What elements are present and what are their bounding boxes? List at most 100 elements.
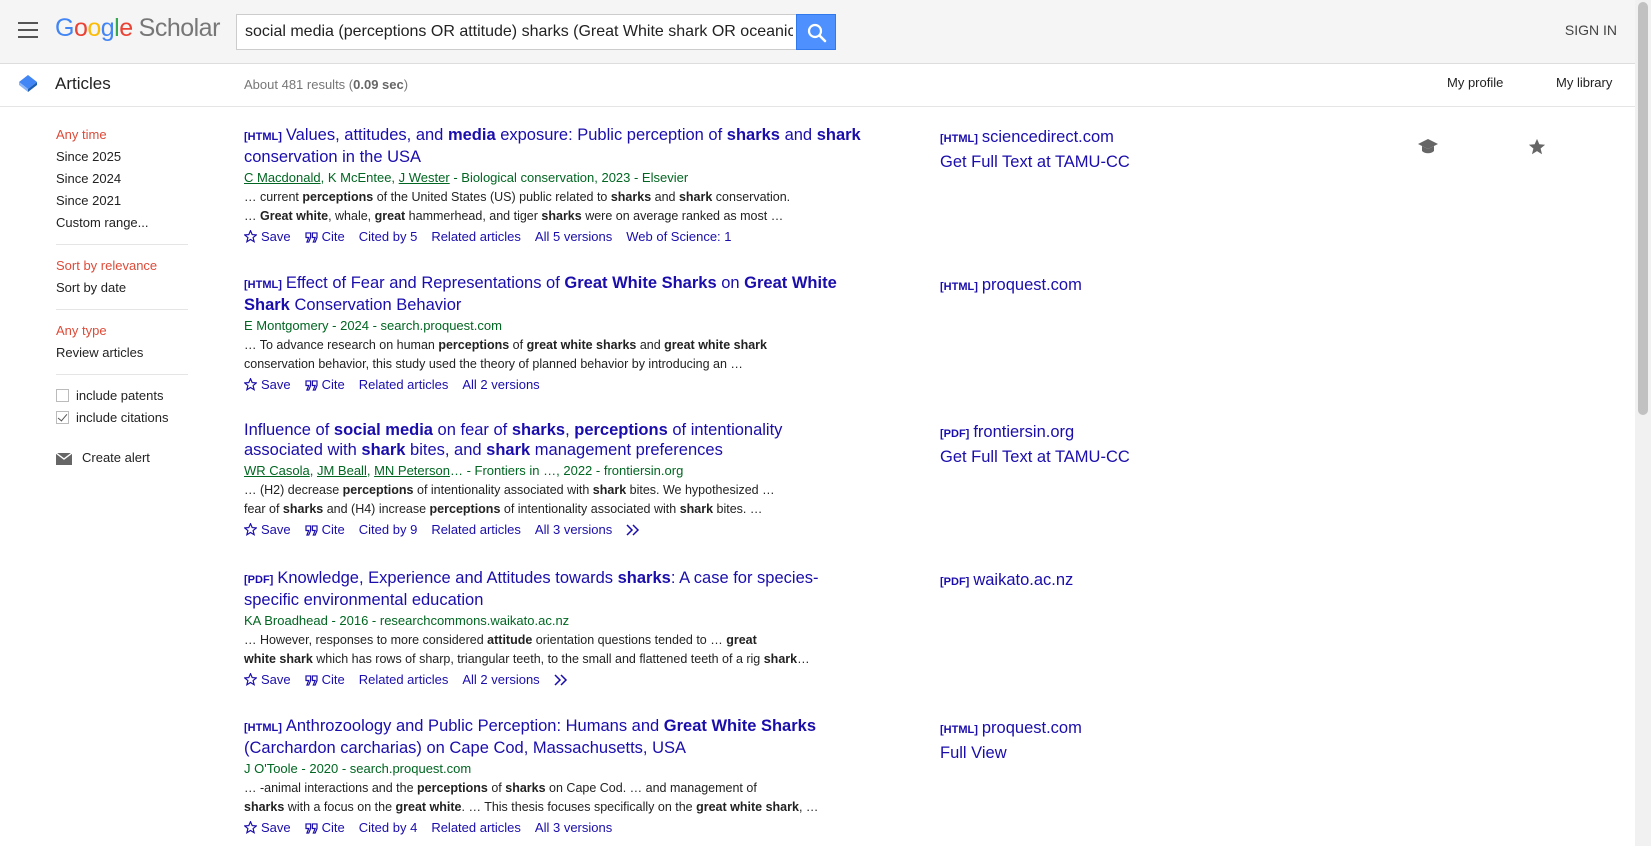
filter-since-2024[interactable]: Since 2024	[56, 168, 188, 190]
quote-icon	[305, 675, 318, 686]
search-input[interactable]	[237, 15, 801, 49]
more-chevron-icon[interactable]	[554, 672, 572, 687]
save-button[interactable]: Save	[243, 672, 291, 687]
all-versions-link[interactable]: All 3 versions	[535, 820, 612, 835]
quote-icon	[305, 823, 318, 834]
scholar-cap-icon	[19, 75, 37, 92]
my-library-link[interactable]: My library	[1556, 75, 1612, 90]
star-outline-icon	[243, 672, 258, 686]
subheader: Articles About 481 results (0.09 sec) My…	[0, 64, 1635, 155]
sort-by-relevance[interactable]: Sort by relevance	[56, 255, 188, 277]
author-link[interactable]: C Macdonald	[244, 170, 321, 185]
cite-button[interactable]: Cite	[305, 377, 345, 392]
fulltext-link[interactable]: [HTML] sciencedirect.com	[940, 126, 1130, 151]
cite-button[interactable]: Cite	[305, 820, 345, 835]
related-articles-link[interactable]: Related articles	[431, 522, 521, 537]
result-actions: Save Cite Cited by 9 Related articles All 3 …	[243, 519, 864, 541]
quote-icon	[305, 525, 318, 536]
result-meta: WR Casola, JM Beall, MN Peterson… - Fron…	[244, 463, 684, 478]
fulltext-link[interactable]: [PDF] frontiersin.org	[940, 421, 1130, 446]
result-title[interactable]: [HTML] Anthrozoology and Public Perceptio…	[244, 717, 864, 758]
filter-any-time[interactable]: Any time	[56, 124, 188, 146]
scrollbar[interactable]	[1635, 0, 1651, 846]
quote-icon	[305, 380, 318, 391]
result-actions: Save Cite Related articles All 2 versions	[243, 669, 864, 691]
result-title[interactable]: [PDF] Knowledge, Experience and Attitudes…	[244, 569, 864, 610]
filter-custom-range[interactable]: Custom range...	[56, 212, 188, 234]
search-result: [HTML] Values, attitudes, and media expos…	[243, 126, 864, 248]
search-result: [HTML] Effect of Fear and Representations…	[243, 274, 864, 396]
full-view-link[interactable]: Full View	[940, 742, 1082, 765]
fulltext-link[interactable]: [HTML] proquest.com	[940, 274, 1082, 299]
author-link[interactable]: J Wester	[399, 170, 450, 185]
cite-button[interactable]: Cite	[305, 522, 345, 537]
result-meta: KA Broadhead - 2016 - researchcommons.wa…	[244, 613, 570, 628]
result-snippet: … However, responses to more considered …	[244, 633, 810, 666]
sidebar: Any time Since 2025 Since 2024 Since 202…	[55, 124, 188, 469]
fulltext-link[interactable]: [HTML] proquest.com	[940, 717, 1082, 742]
result-snippet: … current perceptions of the United Stat…	[244, 190, 791, 223]
related-articles-link[interactable]: Related articles	[359, 377, 449, 392]
result-actions: Save Cite Cited by 4 Related articles All 3 …	[243, 817, 864, 839]
author-link[interactable]: MN Peterson	[374, 463, 450, 478]
cited-by-link[interactable]: Cited by 4	[359, 820, 418, 835]
related-articles-link[interactable]: Related articles	[431, 229, 521, 244]
save-button[interactable]: Save	[243, 522, 291, 537]
search-result: [PDF] Knowledge, Experience and Attitudes…	[243, 569, 864, 691]
graduation-cap-icon	[1418, 139, 1438, 154]
filter-since-2021[interactable]: Since 2021	[56, 190, 188, 212]
menu-icon[interactable]	[18, 22, 38, 38]
author-link[interactable]: WR Casola	[244, 463, 310, 478]
cited-by-link[interactable]: Cited by 9	[359, 522, 418, 537]
result-actions: Save Cite Cited by 5 Related articles All 5 …	[243, 226, 864, 248]
include-patents-checkbox[interactable]: include patents	[56, 385, 188, 407]
cited-by-link[interactable]: Cited by 5	[359, 229, 418, 244]
include-citations-checkbox[interactable]: include citations	[56, 407, 188, 429]
result-title[interactable]: [HTML] Effect of Fear and Representations…	[244, 274, 864, 315]
result-meta: E Montgomery - 2024 - search.proquest.co…	[244, 318, 502, 333]
result-side-links: [PDF] waikato.ac.nz	[940, 569, 1073, 594]
save-button[interactable]: Save	[243, 229, 291, 244]
star-outline-icon	[243, 820, 258, 834]
checkbox-unchecked[interactable]	[56, 389, 69, 402]
create-alert-button[interactable]: Create alert	[55, 447, 188, 469]
search-icon	[807, 23, 827, 43]
cite-button[interactable]: Cite	[305, 672, 345, 687]
search-result: Influence of social media on fear of sha…	[243, 421, 864, 541]
library-link[interactable]: Get Full Text at TAMU-CC	[940, 446, 1130, 469]
type-group: Any type Review articles	[56, 320, 188, 375]
sign-in-button[interactable]: SIGN IN	[1565, 22, 1617, 38]
filter-any-type[interactable]: Any type	[56, 320, 188, 342]
web-of-science-link[interactable]: Web of Science: 1	[626, 229, 731, 244]
fulltext-link[interactable]: [PDF] waikato.ac.nz	[940, 569, 1073, 594]
result-snippet: … To advance research on human perceptio…	[244, 338, 767, 371]
filter-review-articles[interactable]: Review articles	[56, 342, 188, 364]
quote-icon	[305, 232, 318, 243]
all-versions-link[interactable]: All 2 versions	[462, 377, 539, 392]
cite-button[interactable]: Cite	[305, 229, 345, 244]
checkbox-checked[interactable]	[56, 411, 69, 424]
result-side-links: [HTML] proquest.com	[940, 274, 1082, 299]
result-side-links: [PDF] frontiersin.org Get Full Text at TA…	[940, 421, 1130, 469]
filter-since-2025[interactable]: Since 2025	[56, 146, 188, 168]
save-button[interactable]: Save	[243, 820, 291, 835]
all-versions-link[interactable]: All 3 versions	[535, 522, 612, 537]
result-title[interactable]: Influence of social media on fear of sha…	[244, 421, 864, 460]
result-meta: C Macdonald, K McEntee, J Wester - Biolo…	[244, 170, 689, 185]
all-versions-link[interactable]: All 5 versions	[535, 229, 612, 244]
search-button[interactable]	[796, 14, 836, 50]
related-articles-link[interactable]: Related articles	[359, 672, 449, 687]
library-link[interactable]: Get Full Text at TAMU-CC	[940, 151, 1130, 174]
save-button[interactable]: Save	[243, 377, 291, 392]
related-articles-link[interactable]: Related articles	[431, 820, 521, 835]
articles-label: Articles	[55, 74, 111, 93]
all-versions-link[interactable]: All 2 versions	[462, 672, 539, 687]
star-outline-icon	[243, 229, 258, 243]
more-chevron-icon[interactable]	[626, 522, 644, 537]
my-profile-link[interactable]: My profile	[1447, 75, 1503, 90]
sort-by-date[interactable]: Sort by date	[56, 277, 188, 299]
result-title[interactable]: [HTML] Values, attitudes, and media expos…	[244, 126, 864, 167]
scrollbar-thumb[interactable]	[1638, 2, 1648, 415]
author-link[interactable]: JM Beall	[317, 463, 367, 478]
google-scholar-logo[interactable]: Google Scholar	[55, 14, 220, 43]
